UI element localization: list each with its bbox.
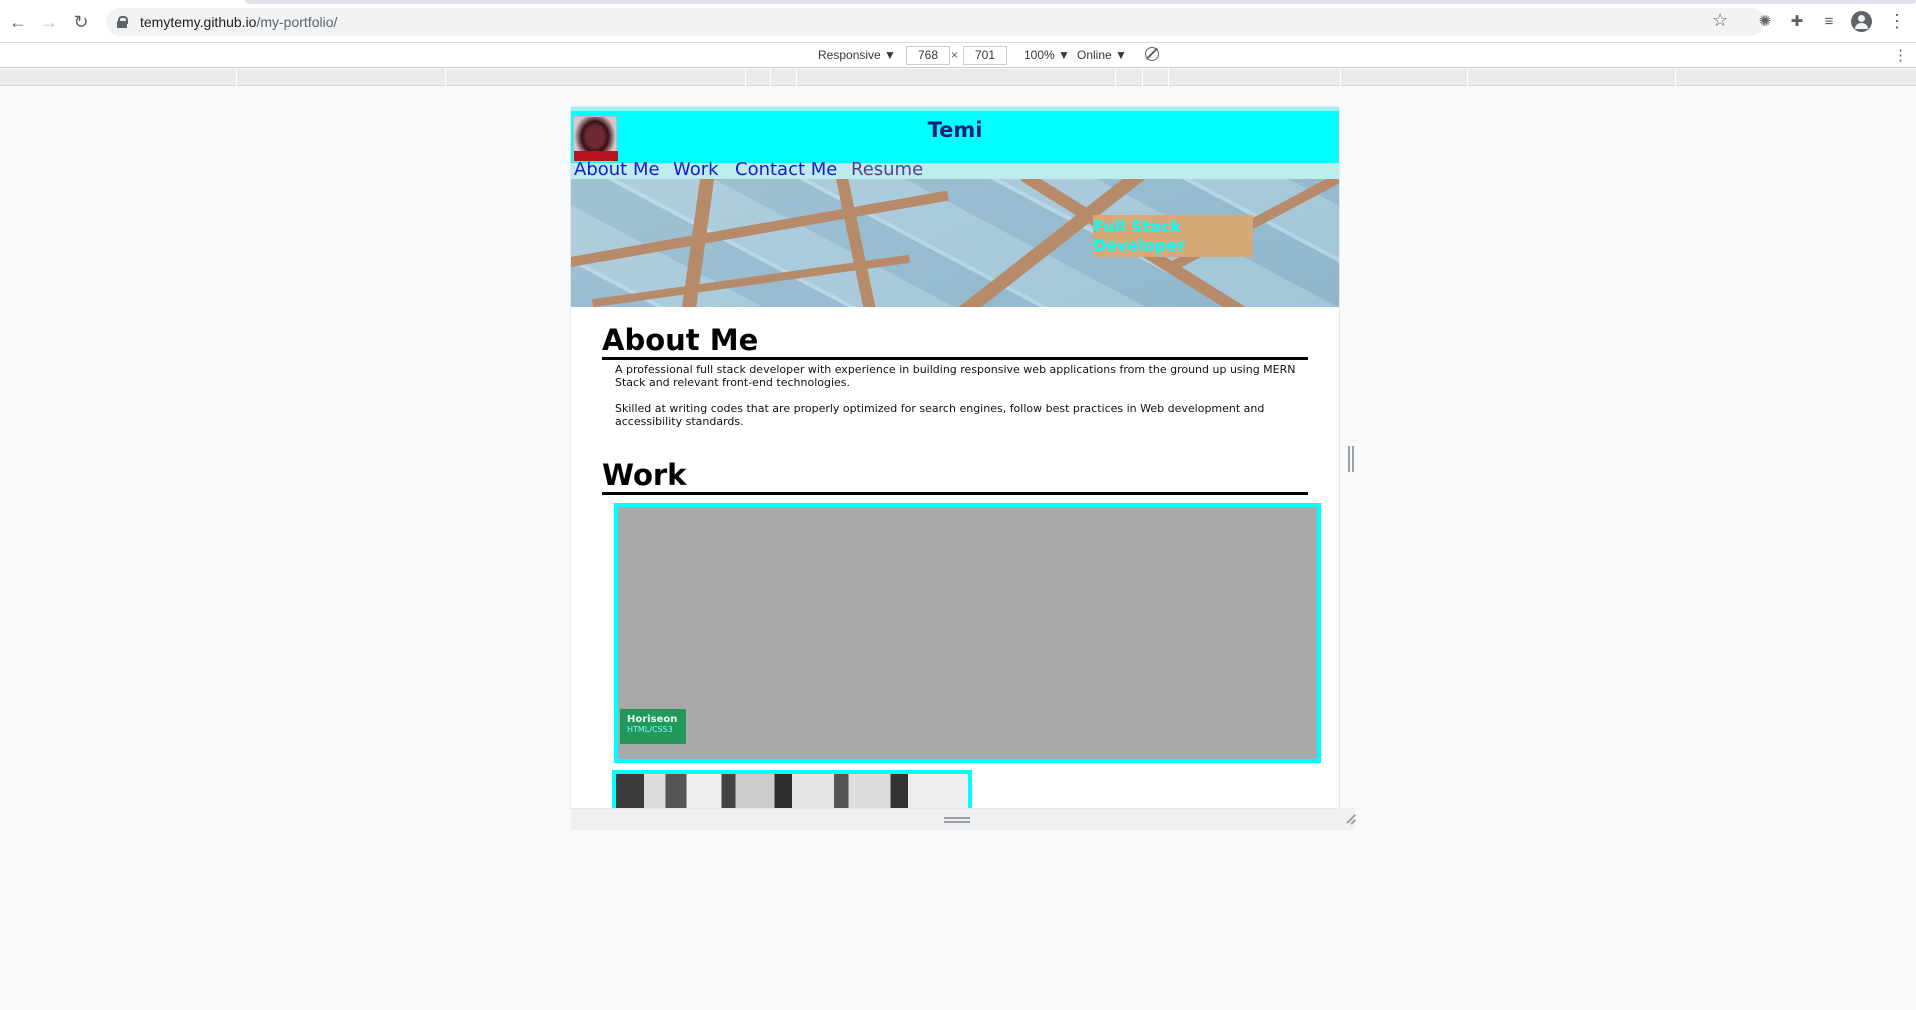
browser-menu-icon[interactable]: ⋮ [1888,11,1906,32]
ruler-tick [1675,69,1676,86]
ruler-tick [796,69,797,86]
viewport-width-resize-handle[interactable] [1348,446,1354,472]
work-divider [602,492,1308,495]
browser-toolbar: ← → ↻ temytemy.github.io/my-portfolio/ ☆… [0,0,1916,43]
network-throttle-select[interactable]: Online ▼ [1077,48,1127,62]
about-heading: About Me [602,323,759,357]
project-name: Horiseon [627,714,678,725]
media-queue-icon[interactable]: ≡ [1819,11,1839,31]
ruler-tick [770,69,771,86]
forward-arrow-icon[interactable]: → [37,10,61,34]
ruler-tick [1467,69,1468,86]
tab-strip [245,0,1916,4]
device-toolbar-menu-icon[interactable]: ⋮ [1893,46,1908,64]
rotate-icon[interactable] [1145,47,1159,61]
site-header: Temi [571,111,1339,163]
project-card-horiseon[interactable]: Horiseon HTML/CSS3 [614,503,1321,763]
device-select[interactable]: Responsive ▼ [818,48,896,62]
project-card-2[interactable] [612,770,972,808]
work-heading: Work [602,458,687,492]
site-title: Temi [927,118,983,142]
viewport-corner-resize-handle[interactable] [1343,812,1357,826]
profile-avatar-icon[interactable] [1851,11,1872,32]
work-section: Work [571,428,1339,495]
lock-icon[interactable] [117,16,128,28]
viewport-height-resize-handle[interactable] [944,817,970,823]
about-divider [602,357,1308,360]
hero-beam [834,179,880,307]
about-paragraph-2: Skilled at writing codes that are proper… [615,402,1265,428]
dimension-separator: × [951,48,959,62]
back-arrow-icon[interactable]: ← [6,10,30,34]
url-path: /my-portfolio/ [256,14,338,30]
media-query-ruler[interactable] [0,69,1916,86]
emulated-viewport: Temi About Me Work Contact Me Resume Ful… [571,107,1339,808]
ruler-tick [745,69,746,86]
ruler-tick [1142,69,1143,86]
ruler-tick [1115,69,1116,86]
reload-icon[interactable]: ↻ [69,10,93,34]
address-bar[interactable]: temytemy.github.io/my-portfolio/ [106,8,1765,36]
ruler-tick [1168,69,1169,86]
ruler-tick [1340,69,1341,86]
project-label[interactable]: Horiseon HTML/CSS3 [620,709,686,744]
hero-badge: Full Stack Developer [1093,215,1253,257]
viewport-height-input[interactable]: 701 [963,46,1007,65]
device-toolbar: Responsive ▼ 768 × 701 100% ▼ Online ▼ ⋮ [0,43,1916,68]
project-tech: HTML/CSS3 [627,725,673,734]
about-section: About Me A professional full stack devel… [571,307,1339,428]
site-nav: About Me Work Contact Me Resume [571,159,1339,184]
about-paragraph-1: A professional full stack developer with… [615,363,1296,389]
bookmark-star-icon[interactable]: ☆ [1712,10,1728,31]
ruler-tick [236,69,237,86]
url-host: temytemy.github.io [140,14,257,30]
zoom-select[interactable]: 100% ▼ [1024,48,1070,62]
url-text[interactable]: temytemy.github.io/my-portfolio/ [140,14,337,30]
ruler-tick [445,69,446,86]
extension-bug-icon[interactable]: ✺ [1755,11,1775,31]
hero-banner: Full Stack Developer [571,179,1339,307]
extensions-puzzle-icon[interactable]: ✚ [1787,11,1807,31]
viewport-width-input[interactable]: 768 [906,46,950,65]
